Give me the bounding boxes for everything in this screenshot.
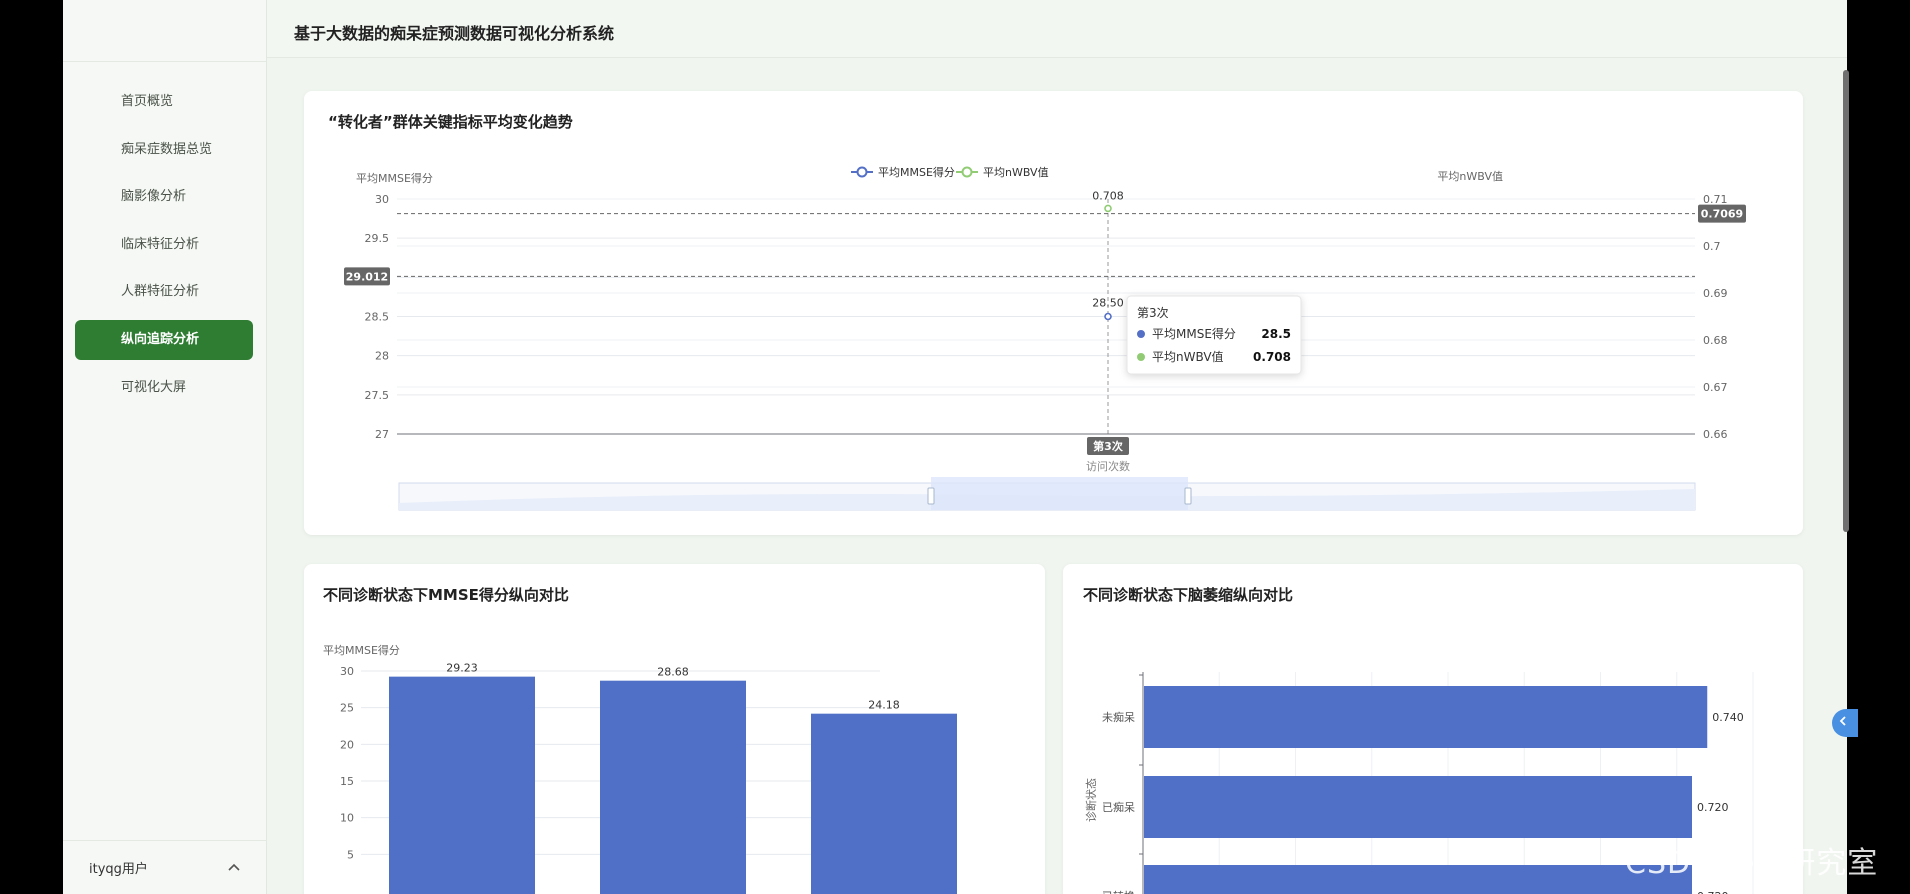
category-label: 已痴呆 bbox=[1102, 800, 1135, 814]
axis-pointer-left: 29.012 bbox=[344, 267, 390, 286]
y-right-tick-label: 0.71 bbox=[1703, 193, 1728, 206]
bar[interactable] bbox=[1144, 686, 1708, 748]
y-tick-label: 25 bbox=[340, 702, 354, 715]
bar-value-label: 28.68 bbox=[657, 666, 689, 679]
axis-pointer-x-label: 第3次 bbox=[1093, 439, 1123, 453]
y-right-tick-label: 0.69 bbox=[1703, 287, 1728, 300]
mmse-bar-y-label: 平均MMSE得分 bbox=[323, 644, 400, 657]
data-point-nwbv[interactable] bbox=[1104, 204, 1112, 213]
data-label-mmse: 28.50 bbox=[1092, 297, 1124, 310]
bar-value-label: 24.18 bbox=[868, 699, 900, 712]
sidebar-menu: 首页概览 痴呆症数据总览 脑影像分析 临床特征分析 人群特征分析 纵向追踪分析 … bbox=[75, 82, 253, 415]
tooltip-title: 第3次 bbox=[1137, 306, 1169, 320]
chart-tooltip: 第3次 平均MMSE得分 28.5 平均nWBV值 0.708 bbox=[1126, 295, 1302, 375]
y-right-tick-label: 0.67 bbox=[1703, 381, 1728, 394]
tooltip-row-mmse-name: 平均MMSE得分 bbox=[1152, 326, 1236, 341]
bar[interactable] bbox=[600, 680, 746, 894]
data-zoom-handle-left[interactable] bbox=[927, 487, 935, 505]
mmse-bar-chart[interactable]: 平均MMSE得分 5 10 15 20 25 30 29.23 28.68 24.18 bbox=[304, 564, 1045, 894]
y-left-tick-label: 27.5 bbox=[365, 389, 390, 402]
y-tick-label: 5 bbox=[347, 848, 354, 861]
sidebar-item-dashboard[interactable]: 可视化大屏 bbox=[75, 368, 253, 408]
chevron-left-icon bbox=[1839, 716, 1846, 726]
y-tick-label: 20 bbox=[340, 738, 354, 751]
y-tick-label: 15 bbox=[340, 775, 354, 788]
y-left-tick-label: 28.5 bbox=[365, 311, 390, 324]
user-menu[interactable]: ityqg用户 bbox=[63, 840, 267, 894]
legend-nwbv-label: 平均nWBV值 bbox=[983, 166, 1049, 179]
data-point-mmse[interactable] bbox=[1104, 312, 1112, 321]
y-right-tick-label: 0.7 bbox=[1703, 240, 1721, 253]
collapse-panel-button[interactable] bbox=[1832, 709, 1858, 737]
tooltip-row-nwbv-value: 0.708 bbox=[1253, 350, 1291, 364]
tooltip-row-mmse-value: 28.5 bbox=[1261, 327, 1291, 341]
tooltip-row-nwbv-name: 平均nWBV值 bbox=[1152, 349, 1224, 364]
atrophy-bar-y-label: 诊断状态 bbox=[1084, 778, 1098, 822]
sidebar-item-longitudinal[interactable]: 纵向追踪分析 bbox=[75, 319, 253, 360]
axis-pointer-left-label: 29.012 bbox=[346, 270, 388, 283]
sidebar-item-population[interactable]: 人群特征分析 bbox=[75, 272, 253, 312]
y-left-tick-label: 28 bbox=[375, 350, 389, 363]
chevron-up-icon[interactable] bbox=[227, 861, 241, 875]
sidebar-item-home[interactable]: 首页概览 bbox=[75, 82, 253, 122]
y-left-tick-label: 27 bbox=[375, 428, 389, 441]
y-tick-label: 30 bbox=[340, 665, 354, 678]
page-title: 基于大数据的痴呆症预测数据可视化分析系统 bbox=[294, 24, 615, 43]
bar-value-label: 29.23 bbox=[446, 662, 478, 675]
y-right-tick-label: 0.68 bbox=[1703, 334, 1728, 347]
sidebar-item-brain-imaging[interactable]: 脑影像分析 bbox=[75, 177, 253, 217]
header: 基于大数据的痴呆症预测数据可视化分析系统 bbox=[267, 0, 1847, 58]
bar[interactable] bbox=[1144, 865, 1692, 894]
category-label: 已转换 bbox=[1102, 889, 1135, 894]
scrollbar-thumb[interactable] bbox=[1843, 70, 1849, 532]
app-window: 首页概览 痴呆症数据总览 脑影像分析 临床特征分析 人群特征分析 纵向追踪分析 … bbox=[63, 0, 1847, 894]
axis-pointer-right: 0.7069 bbox=[1698, 204, 1746, 223]
bar[interactable] bbox=[389, 676, 535, 894]
sidebar: 首页概览 痴呆症数据总览 脑影像分析 临床特征分析 人群特征分析 纵向追踪分析 … bbox=[63, 0, 267, 894]
x-axis-label: 访问次数 bbox=[1086, 459, 1130, 473]
user-name: ityqg用户 bbox=[89, 862, 148, 877]
axis-pointer-right-label: 0.7069 bbox=[1701, 208, 1743, 221]
bar-value-label: 0.720 bbox=[1697, 801, 1729, 814]
data-zoom-window[interactable] bbox=[931, 477, 1188, 510]
bar-value-label: 0.740 bbox=[1712, 711, 1744, 724]
y-right-tick-label: 0.66 bbox=[1703, 428, 1728, 441]
bar[interactable] bbox=[1144, 776, 1692, 838]
legend-nwbv[interactable]: 平均nWBV值 bbox=[956, 166, 1049, 179]
legend-mmse[interactable]: 平均MMSE得分 bbox=[851, 166, 955, 179]
data-label-nwbv: 0.708 bbox=[1092, 189, 1124, 202]
y-tick-label: 10 bbox=[340, 812, 354, 825]
trend-line-chart[interactable]: 2727.52828.52929.530 0.660.670.680.690.7… bbox=[304, 91, 1803, 535]
chart-legend[interactable]: 平均MMSE得分 平均nWBV值 bbox=[851, 166, 1049, 179]
y-left-tick-label: 29.5 bbox=[365, 232, 390, 245]
y-right-axis-label: 平均nWBV值 bbox=[1437, 170, 1503, 183]
data-zoom-slider[interactable] bbox=[398, 477, 1696, 511]
bar-value-label: 0.720 bbox=[1697, 890, 1729, 894]
bar[interactable] bbox=[811, 713, 957, 894]
logo-area bbox=[63, 0, 266, 62]
scrollbar-track[interactable] bbox=[1847, 0, 1910, 894]
legend-mmse-label: 平均MMSE得分 bbox=[878, 166, 955, 179]
axis-pointer-x: 第3次 bbox=[1087, 437, 1129, 455]
sidebar-item-clinical[interactable]: 临床特征分析 bbox=[75, 225, 253, 265]
category-label: 未痴呆 bbox=[1102, 710, 1135, 724]
watermark: CSDN @IT研究室 bbox=[1625, 846, 1879, 881]
sidebar-item-data-overview[interactable]: 痴呆症数据总览 bbox=[75, 130, 253, 170]
y-left-axis-label: 平均MMSE得分 bbox=[356, 172, 433, 185]
mmse-bar-card: 不同诊断状态下MMSE得分纵向对比 平均MMSE得分 5 10 15 20 25 30 2… bbox=[304, 564, 1045, 894]
data-zoom-handle-right[interactable] bbox=[1184, 487, 1192, 505]
trend-chart-card: “转化者”群体关键指标平均变化趋势 2727.52828.52929.530 0… bbox=[304, 91, 1803, 535]
y-left-tick-label: 30 bbox=[375, 193, 389, 206]
